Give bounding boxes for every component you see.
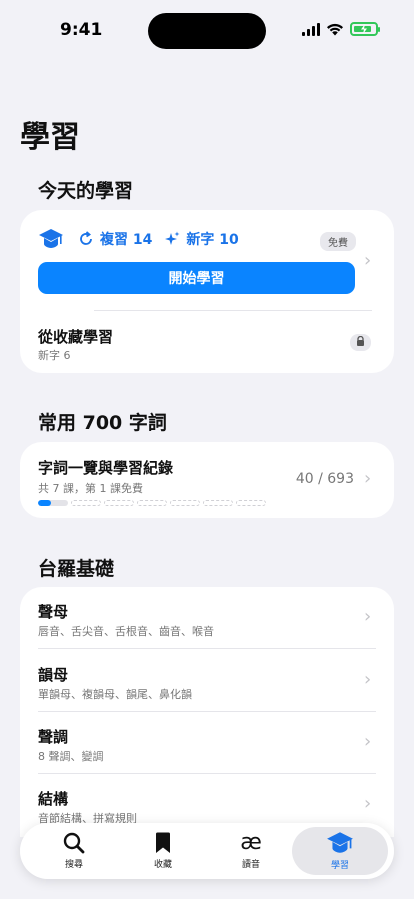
today-stats: 複習 14 新字 10 — [38, 228, 239, 250]
free-badge: 免費 — [320, 232, 356, 251]
dynamic-island — [148, 13, 266, 49]
status-icons — [302, 22, 380, 36]
basics-card: 聲母 唇音、舌尖音、舌根音、齒音、喉音 › 韻母 單韻母、複韻母、韻尾、鼻化韻 … — [20, 587, 394, 837]
chevron-right-icon: › — [364, 731, 372, 752]
graduation-cap-icon — [39, 229, 63, 248]
favorites-subtitle: 新字 6 — [38, 349, 71, 362]
wifi-icon — [327, 23, 343, 35]
lesson-progress-segment — [236, 500, 266, 506]
tab-pronunciation[interactable]: æ 讀音 — [207, 827, 295, 875]
lesson-progress-segment — [104, 500, 134, 506]
status-bar: 9:41 — [0, 0, 414, 60]
bookmark-icon — [156, 832, 170, 853]
list-item[interactable]: 韻母 單韻母、複韻母、韻尾、鼻化韻 › — [20, 649, 394, 711]
list-item[interactable]: 聲母 唇音、舌尖音、舌根音、齒音、喉音 › — [20, 587, 394, 649]
common-row-subtitle: 共 7 課，第 1 課免費 — [38, 482, 143, 495]
progress-count: 40 / 693 — [295, 471, 354, 487]
status-time: 9:41 — [60, 20, 103, 40]
lesson-progress-segment — [170, 500, 200, 506]
chevron-right-icon: › — [364, 793, 372, 814]
ae-ligature-icon: æ — [240, 830, 262, 855]
list-item-title: 聲母 — [38, 603, 69, 621]
lock-badge — [350, 334, 371, 351]
lock-icon — [357, 335, 364, 346]
list-item-title: 聲調 — [38, 728, 69, 746]
chevron-right-icon: › — [364, 468, 372, 489]
list-item-subtitle: 8 聲調、變調 — [38, 750, 104, 763]
tab-search[interactable]: 搜尋 — [30, 827, 118, 875]
favorites-row[interactable]: 從收藏學習 新字 6 — [20, 310, 394, 373]
lesson-progress-fill — [38, 500, 51, 506]
section-title-basics: 台羅基礎 — [38, 558, 115, 580]
section-title-today: 今天的學習 — [38, 180, 134, 202]
tab-label: 搜尋 — [64, 860, 83, 870]
common-words-card[interactable]: 字詞一覽與學習紀錄 共 7 課，第 1 課免費 40 / 693 › — [20, 442, 394, 518]
battery-icon — [350, 22, 380, 36]
today-card: 複習 14 新字 10 免費 開始學習 › 從收藏學習 新字 6 — [20, 210, 394, 373]
lesson-progress-segment — [137, 500, 167, 506]
new-word-count: 新字 10 — [186, 232, 239, 248]
tab-label: 收藏 — [153, 860, 172, 870]
cellular-signal-icon — [302, 22, 320, 36]
chevron-right-icon: › — [364, 669, 372, 690]
page-title: 學習 — [20, 120, 80, 155]
chevron-right-icon[interactable]: › — [364, 250, 371, 271]
list-item-title: 韻母 — [38, 666, 69, 684]
list-item-title: 結構 — [38, 790, 69, 808]
review-refresh-icon — [80, 231, 92, 245]
start-learning-button[interactable]: 開始學習 — [38, 262, 355, 294]
section-title-common: 常用 700 字詞 — [38, 412, 167, 434]
tab-bar: 搜尋 收藏 æ 讀音 學習 — [20, 823, 394, 879]
list-item-subtitle: 唇音、舌尖音、舌根音、齒音、喉音 — [38, 625, 214, 638]
common-row-title: 字詞一覽與學習紀錄 — [38, 459, 174, 477]
list-item[interactable]: 聲調 8 聲調、變調 › — [20, 712, 394, 774]
review-count: 複習 14 — [100, 232, 153, 248]
sparkles-icon — [165, 231, 180, 245]
list-item-subtitle: 單韻母、複韻母、韻尾、鼻化韻 — [38, 688, 192, 701]
favorites-title: 從收藏學習 — [38, 328, 114, 346]
lesson-progress-segment — [38, 500, 68, 506]
search-icon — [63, 832, 85, 854]
lesson-progress-bar — [38, 500, 266, 506]
tab-label: 學習 — [330, 861, 349, 871]
tab-bookmarks[interactable]: 收藏 — [119, 827, 207, 875]
lesson-progress-segment — [71, 500, 101, 506]
tab-learn[interactable]: 學習 — [292, 827, 388, 875]
chevron-right-icon: › — [364, 606, 372, 627]
tab-label: 讀音 — [241, 860, 260, 870]
lesson-progress-segment — [203, 500, 233, 506]
graduation-cap-icon — [327, 832, 353, 853]
